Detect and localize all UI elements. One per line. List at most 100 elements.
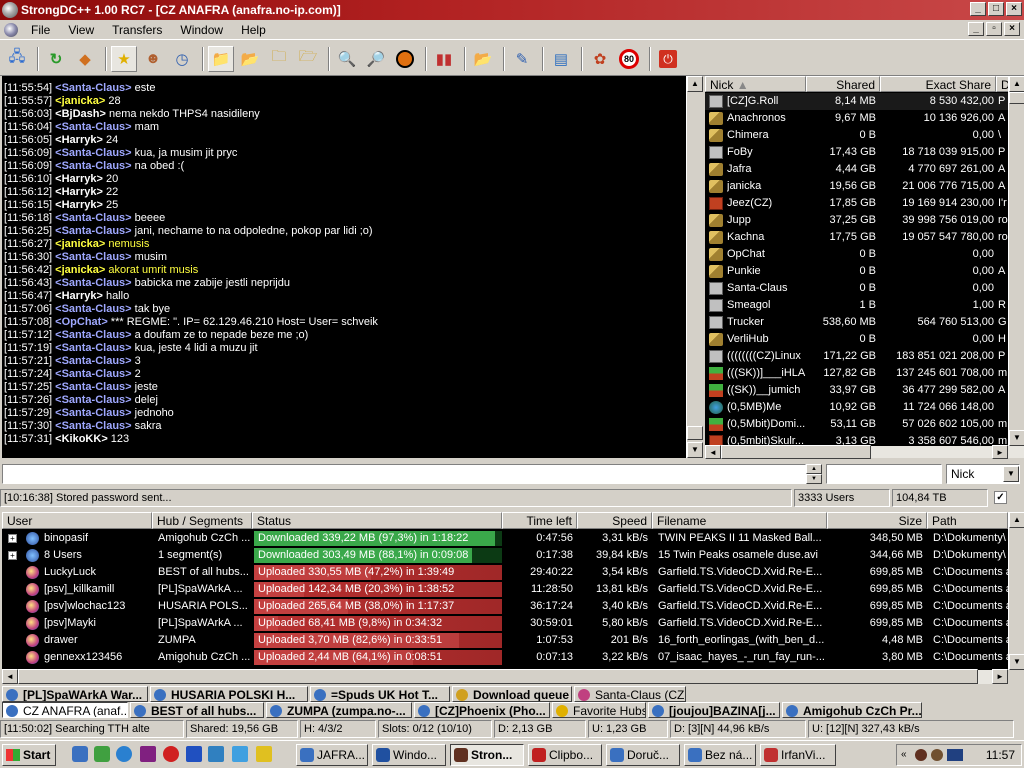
chat-nick[interactable]: <Santa-Claus> bbox=[55, 420, 131, 432]
hub-tab[interactable]: Amigohub CzCh Pr... bbox=[782, 702, 922, 718]
chat-nick[interactable]: <Harryk> bbox=[55, 186, 103, 198]
userlist-scrollbar[interactable]: ▲ ▼ bbox=[1008, 76, 1024, 446]
chat-scrollbar[interactable]: ▲ ▼ bbox=[686, 76, 703, 458]
filter-input[interactable] bbox=[826, 464, 942, 484]
user-row[interactable]: Anachronos 9,67 MB 10 136 926,00 A bbox=[705, 110, 1008, 127]
chat-nick[interactable]: <Santa-Claus> bbox=[55, 121, 131, 133]
user-row[interactable]: Jupp 37,25 GB 39 998 756 019,00 ro bbox=[705, 212, 1008, 229]
taskbar-task[interactable]: Doruč... bbox=[606, 744, 680, 766]
menu-help[interactable]: Help bbox=[232, 23, 275, 37]
strongdc-tray-icon[interactable] bbox=[915, 749, 927, 761]
taskbar-task[interactable]: IrfanVi... bbox=[760, 744, 836, 766]
hub-tab[interactable]: ZUMPA (zumpa.no-... bbox=[266, 702, 412, 718]
transfer-row[interactable]: [psv]Mayki [PL]SpaWArkA ... Uploaded 68,41… bbox=[2, 615, 1008, 632]
hub-tab[interactable]: CZ ANAFRA (anaf... bbox=[2, 702, 128, 718]
chat-nick[interactable]: <Santa-Claus> bbox=[55, 225, 131, 237]
scroll-thumb[interactable] bbox=[687, 426, 703, 440]
download-queue-icon[interactable]: 📁 bbox=[208, 45, 234, 72]
user-row[interactable]: Smeagol 1 B 1,00 R bbox=[705, 297, 1008, 314]
scroll-down-icon[interactable]: ▼ bbox=[1009, 654, 1024, 670]
reconnect-icon[interactable]: ↻ bbox=[43, 46, 69, 72]
transfer-row[interactable]: [psv]wlochac123 HUSARIA POLS... Uploaded 2… bbox=[2, 598, 1008, 615]
scroll-thumb[interactable] bbox=[18, 669, 978, 684]
taskbar-task[interactable]: JAFRA... bbox=[296, 744, 368, 766]
expand-icon[interactable]: + bbox=[8, 551, 17, 560]
scroll-down-icon[interactable]: ▼ bbox=[1009, 430, 1024, 446]
speed-limit-icon[interactable]: 80 bbox=[616, 46, 642, 72]
col-user[interactable]: User bbox=[2, 512, 152, 529]
user-row[interactable]: OpChat 0 B 0,00 bbox=[705, 246, 1008, 263]
chat-nick[interactable]: <Harryk> bbox=[55, 290, 103, 302]
spin-down-icon[interactable]: ▼ bbox=[806, 474, 822, 484]
message-input[interactable] bbox=[2, 464, 806, 484]
start-button[interactable]: Start bbox=[2, 744, 56, 766]
search-icon[interactable]: 🔍 bbox=[334, 46, 360, 72]
scroll-up-icon[interactable]: ▲ bbox=[1009, 512, 1024, 528]
cdm-debug-icon[interactable]: ✿ bbox=[587, 46, 613, 72]
open-filelist-icon[interactable]: 📂 bbox=[470, 46, 496, 72]
scroll-right-icon[interactable]: ► bbox=[992, 445, 1008, 459]
menu-file[interactable]: File bbox=[22, 23, 59, 37]
user-row[interactable]: (0,5Mbit)Domi... 53,11 GB 57 026 602 105,0… bbox=[705, 416, 1008, 433]
hub-tab[interactable]: [joujou]BAZINA[j... bbox=[648, 702, 780, 718]
hub-tab[interactable]: Santa-Claus (CZ ... bbox=[574, 686, 686, 702]
chat-nick[interactable]: <Santa-Claus> bbox=[55, 355, 131, 367]
chat-nick[interactable]: <Santa-Claus> bbox=[55, 394, 131, 406]
user-row[interactable]: Jafra 4,44 GB 4 770 697 261,00 A bbox=[705, 161, 1008, 178]
scroll-thumb[interactable] bbox=[1009, 92, 1024, 104]
user-row[interactable]: Trucker 538,60 MB 564 760 513,00 G bbox=[705, 314, 1008, 331]
word-icon[interactable] bbox=[186, 746, 202, 762]
finished-uploads-icon[interactable]: 🗁 bbox=[295, 46, 321, 72]
taskbar-task[interactable]: Clipbo... bbox=[528, 744, 602, 766]
col-size[interactable]: Size bbox=[827, 512, 927, 529]
chat-nick[interactable]: <Harryk> bbox=[55, 134, 103, 146]
chat-nick[interactable]: <KikoKK> bbox=[55, 433, 108, 445]
user-row[interactable]: Chimera 0 B 0,00 \ bbox=[705, 127, 1008, 144]
user-row[interactable]: VerliHub 0 B 0,00 H bbox=[705, 331, 1008, 348]
mdi-close-button[interactable]: × bbox=[1004, 22, 1020, 36]
chat-nick[interactable]: <Harryk> bbox=[55, 173, 103, 185]
chat-nick[interactable]: <Santa-Claus> bbox=[55, 160, 131, 172]
transfer-row[interactable]: LuckyLuck BEST of all hubs... Uploaded 330… bbox=[2, 564, 1008, 581]
user-row[interactable]: ((SK))__jumich 33,97 GB 36 477 299 582,00 A bbox=[705, 382, 1008, 399]
scroll-down-icon[interactable]: ▼ bbox=[687, 442, 703, 458]
network-icon[interactable] bbox=[947, 749, 963, 761]
transfer-row[interactable]: +8 Users 1 segment(s) Downloaded 303,49 MB… bbox=[2, 547, 1008, 564]
favorite-users-icon[interactable]: ☻ bbox=[140, 46, 166, 72]
user-row[interactable]: FoBy 17,43 GB 18 718 039 915,00 P bbox=[705, 144, 1008, 161]
app-icon[interactable] bbox=[163, 746, 179, 762]
maximize-button[interactable]: □ bbox=[988, 2, 1004, 16]
scroll-up-icon[interactable]: ▲ bbox=[687, 76, 703, 92]
taskbar-task[interactable]: Stron... bbox=[450, 744, 524, 766]
chat-nick[interactable]: <janicka> bbox=[55, 238, 105, 250]
app-icon[interactable] bbox=[2, 2, 18, 18]
hub-tab[interactable]: Favorite Hubs bbox=[552, 702, 646, 718]
col-shared[interactable]: Shared bbox=[806, 76, 880, 92]
connect-icon[interactable]: 🖧 bbox=[4, 46, 30, 72]
scroll-left-icon[interactable]: ◄ bbox=[705, 445, 721, 459]
user-list[interactable]: Nick ▲ Shared Exact Share D [CZ]G.Roll 8,… bbox=[705, 76, 1008, 446]
hub-tab[interactable]: Download queue bbox=[452, 686, 572, 702]
hub-tab[interactable]: [CZ]Phoenix (Pho... bbox=[414, 702, 550, 718]
favorite-hubs-icon[interactable]: ★ bbox=[111, 45, 137, 72]
chevron-down-icon[interactable]: ▼ bbox=[1003, 466, 1019, 482]
chat-nick[interactable]: <OpChat> bbox=[55, 316, 108, 328]
notepad-icon[interactable]: ▤ bbox=[548, 46, 574, 72]
chat-nick[interactable]: <Santa-Claus> bbox=[55, 212, 131, 224]
network-stats-icon[interactable]: ▮▮ bbox=[431, 46, 457, 72]
filter-column-select[interactable]: Nick ▼ bbox=[946, 464, 1020, 484]
chat-nick[interactable]: <janicka> bbox=[55, 95, 105, 107]
launch-icon[interactable] bbox=[94, 746, 110, 762]
adl-search-icon[interactable]: 🔎 bbox=[363, 46, 389, 72]
hub-tab[interactable]: BEST of all hubs... bbox=[130, 702, 264, 718]
chat-nick[interactable]: <Santa-Claus> bbox=[55, 251, 131, 263]
col-time-left[interactable]: Time left bbox=[502, 512, 577, 529]
user-row[interactable]: (((SK))]___iHLA 127,82 GB 137 245 601 708,… bbox=[705, 365, 1008, 382]
chat-nick[interactable]: <Santa-Claus> bbox=[55, 407, 131, 419]
close-button[interactable]: × bbox=[1006, 2, 1022, 16]
spin-up-icon[interactable]: ▲ bbox=[806, 464, 822, 474]
hub-tab[interactable]: [PL]SpaWArkA War... bbox=[2, 686, 148, 702]
scroll-thumb[interactable] bbox=[721, 445, 871, 459]
userlist-hscrollbar[interactable]: ◄ ► bbox=[705, 445, 1024, 459]
chat-nick[interactable]: <Santa-Claus> bbox=[55, 329, 131, 341]
